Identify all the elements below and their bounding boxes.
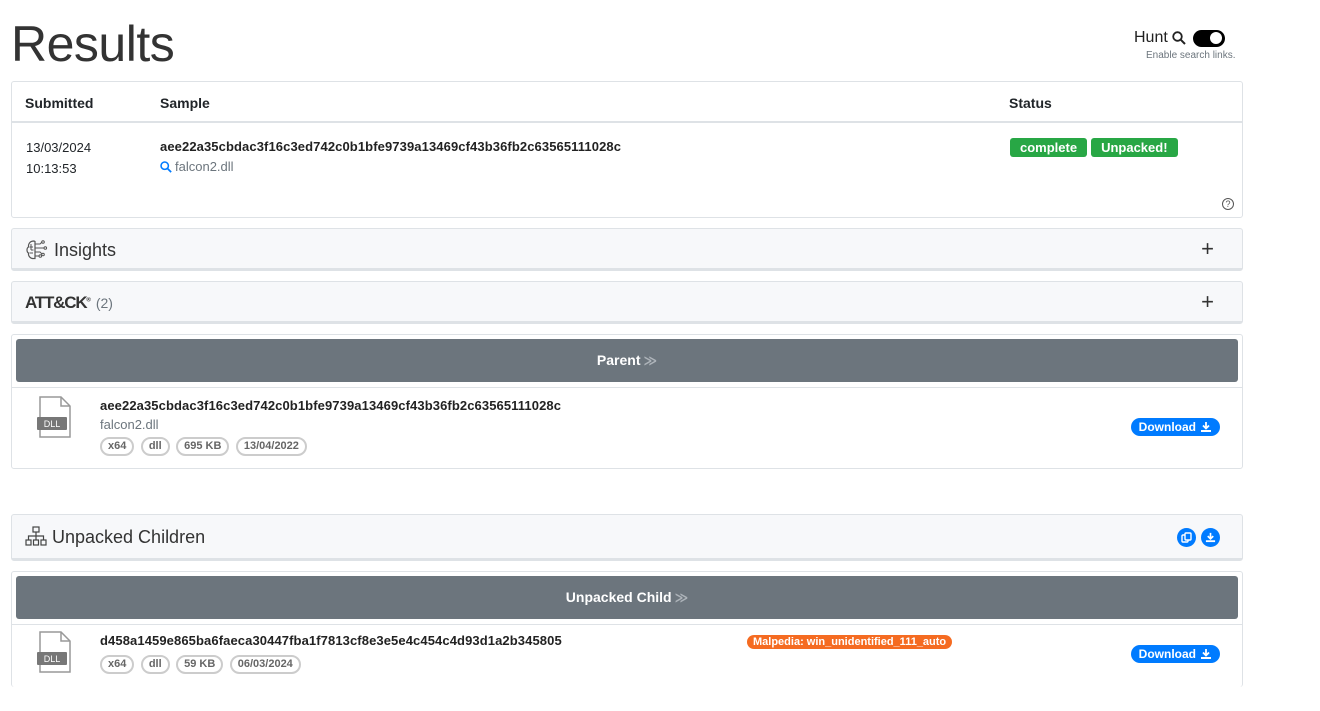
unpacked-child-header-label: Unpacked Child [565, 589, 672, 605]
hunt-toggle-switch[interactable] [1192, 29, 1225, 47]
tag-date: 06/03/2024 [229, 655, 301, 674]
chevron-double-down-icon: ≫ [674, 590, 689, 605]
tag-date: 13/04/2022 [235, 437, 307, 456]
expand-attack-icon[interactable]: + [1201, 289, 1214, 315]
tag-size: 695 KB [176, 437, 230, 456]
download-icon [1205, 532, 1216, 543]
parent-tags: x64 dll 695 KB 13/04/2022 [100, 436, 561, 456]
parent-filename: falcon2.dll [100, 417, 159, 432]
attack-count: (2) [95, 295, 113, 311]
submitted-time: 10:13:53 [26, 161, 77, 176]
download-icon [1201, 422, 1211, 432]
help-icon[interactable]: ? [1222, 198, 1234, 210]
tag-type: dll [140, 655, 170, 674]
status-badges: complete Unpacked! [1010, 138, 1182, 157]
svg-text:DLL: DLL [44, 654, 61, 664]
malpedia-badge[interactable]: Malpedia: win_unidentified_111_auto [747, 635, 953, 649]
insights-title: Insights [54, 239, 117, 260]
status-badge-unpacked: Unpacked! [1091, 138, 1178, 157]
sample-hash[interactable]: aee22a35cbdac3f16c3ed742c0b1bfe9739a1346… [160, 139, 621, 154]
hunt-subtitle: Enable search links. [1146, 50, 1236, 61]
hunt-toggle-group: Hunt Enable search links. [1134, 29, 1244, 61]
download-all-button[interactable] [1201, 528, 1220, 547]
page-title: Results [11, 16, 175, 72]
insights-panel[interactable]: Insights + [11, 228, 1243, 271]
parent-file-row: DLL aee22a35cbdac3f16c3ed742c0b1bfe9739a… [12, 387, 1242, 468]
parent-header[interactable]: Parent ≫ [16, 339, 1238, 382]
dll-file-icon: DLL [37, 631, 71, 673]
tag-type: dll [140, 437, 170, 456]
table-header: Submitted Sample Status [12, 82, 1242, 123]
download-icon [1201, 649, 1211, 659]
child-download-button[interactable]: Download [1130, 645, 1220, 663]
unpacked-children-title: Unpacked Children [52, 526, 206, 547]
copy-hashes-button[interactable] [1177, 528, 1196, 547]
parent-hash[interactable]: aee22a35cbdac3f16c3ed742c0b1bfe9739a1346… [100, 398, 561, 413]
parent-header-label: Parent [596, 352, 641, 368]
attack-logo: ATT&CK® [25, 293, 91, 312]
tag-arch: x64 [100, 655, 135, 674]
child-file-row: DLL d458a1459e865ba6faeca30447fba1f7813c… [12, 624, 1242, 688]
copy-icon [1181, 532, 1192, 543]
search-icon[interactable] [160, 160, 172, 173]
column-sample: Sample [160, 95, 210, 111]
sample-filename-link[interactable]: falcon2.dll [160, 159, 234, 174]
expand-insights-icon[interactable]: + [1201, 236, 1214, 262]
sample-filename: falcon2.dll [175, 159, 234, 174]
unpacked-child-header[interactable]: Unpacked Child ≫ [16, 576, 1238, 619]
dll-file-icon: DLL [37, 396, 71, 438]
child-tags: x64 dll 59 KB 06/03/2024 [100, 654, 562, 674]
unpacked-child-panel: Unpacked Child ≫ DLL d458a1459e865ba6faec… [11, 571, 1243, 687]
chevron-double-down-icon: ≫ [643, 353, 658, 368]
child-hash[interactable]: d458a1459e865ba6faeca30447fba1f7813cf8e3… [100, 633, 562, 648]
hunt-label: Hunt [1134, 29, 1168, 46]
svg-text:DLL: DLL [44, 419, 61, 429]
tag-arch: x64 [100, 437, 135, 456]
brain-circuit-icon [26, 240, 48, 260]
parent-panel: Parent ≫ DLL aee22a35cbdac3f16c3ed742c0b1… [11, 334, 1243, 469]
tag-size: 59 KB [176, 655, 224, 674]
search-icon [1172, 31, 1186, 45]
column-status: Status [1009, 95, 1052, 111]
status-badge-complete: complete [1010, 138, 1088, 157]
results-table: Submitted Sample Status 13/03/2024 10:13… [11, 81, 1243, 218]
hierarchy-icon [25, 526, 47, 546]
column-submitted: Submitted [25, 95, 94, 111]
parent-download-button[interactable]: Download [1130, 418, 1220, 436]
unpacked-children-panel: Unpacked Children [11, 514, 1243, 561]
attack-panel[interactable]: ATT&CK® (2) + [11, 281, 1243, 324]
submitted-date: 13/03/2024 [26, 140, 92, 155]
